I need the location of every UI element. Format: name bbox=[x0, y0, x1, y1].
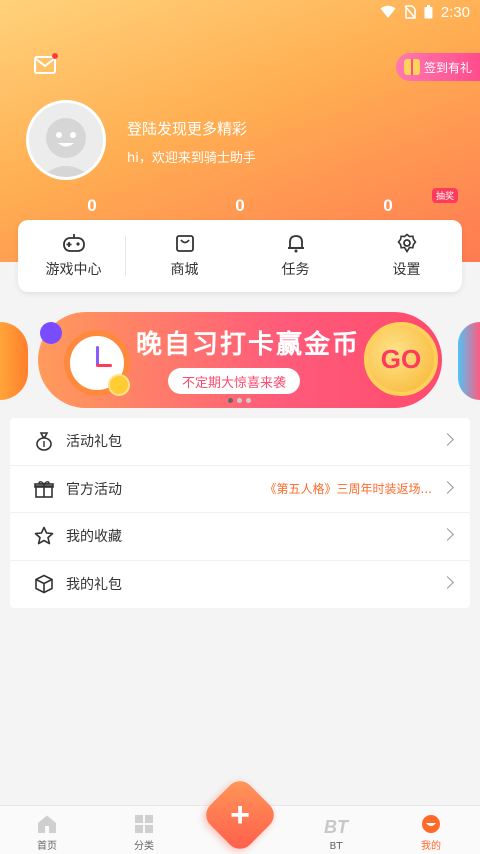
profile-icon bbox=[422, 815, 440, 833]
grid-icon bbox=[135, 815, 153, 833]
message-button[interactable] bbox=[34, 53, 58, 74]
stat-count-3[interactable]: 0 bbox=[368, 196, 408, 216]
carousel-dot[interactable] bbox=[246, 398, 251, 403]
nav-label: 任务 bbox=[281, 262, 310, 278]
tab-home[interactable]: 首页 bbox=[17, 806, 77, 854]
menu-item-my-favorites[interactable]: 我的收藏 bbox=[10, 513, 470, 561]
menu-item-my-gifts[interactable]: 我的礼包 bbox=[10, 561, 470, 609]
welcome-subtitle: hi，欢迎来到骑士助手 bbox=[127, 151, 256, 166]
nav-label: 游戏中心 bbox=[45, 262, 102, 278]
nav-settings[interactable]: 设置 bbox=[351, 220, 462, 292]
nav-divider bbox=[125, 236, 126, 276]
lottery-badge[interactable]: 抽奖 bbox=[432, 188, 459, 203]
chevron-right-icon bbox=[441, 480, 454, 494]
tab-label: 首页 bbox=[37, 841, 57, 852]
bell-icon bbox=[287, 235, 304, 253]
menu-item-label: 我的收藏 bbox=[66, 529, 122, 546]
status-bar: 2:30 bbox=[0, 0, 480, 24]
quick-nav-card: 游戏中心 商城 任务 设置 bbox=[18, 220, 462, 292]
nav-label: 设置 bbox=[392, 262, 421, 278]
battery-icon bbox=[424, 5, 433, 19]
no-sim-icon bbox=[404, 5, 416, 19]
promo-banner[interactable]: 晚自习打卡赢金币 不定期大惊喜来袭 GO bbox=[38, 312, 442, 408]
banner-go-button[interactable]: GO bbox=[364, 322, 438, 396]
tab-mine[interactable]: 我的 bbox=[401, 806, 461, 854]
menu-item-label: 我的礼包 bbox=[66, 577, 122, 594]
gift-icon bbox=[34, 479, 54, 499]
bt-icon: BT bbox=[324, 817, 348, 837]
money-bag-icon bbox=[34, 431, 54, 452]
nav-shop[interactable]: 商城 bbox=[129, 220, 240, 292]
gear-icon bbox=[396, 233, 417, 253]
plus-icon: + bbox=[230, 795, 250, 834]
banner-title: 晚自习打卡赢金币 bbox=[136, 330, 361, 360]
chevron-right-icon bbox=[441, 575, 454, 589]
tab-category[interactable]: 分类 bbox=[114, 806, 174, 854]
home-icon bbox=[38, 815, 56, 833]
status-time: 2:30 bbox=[440, 3, 470, 21]
carousel-indicator bbox=[228, 398, 251, 403]
menu-item-label: 官方活动 bbox=[66, 481, 122, 498]
star-icon bbox=[34, 526, 54, 546]
nav-tasks[interactable]: 任务 bbox=[240, 220, 351, 292]
nav-label: 商城 bbox=[170, 262, 199, 278]
tab-label: 我的 bbox=[421, 841, 441, 852]
login-prompt-title[interactable]: 登陆发现更多精彩 bbox=[127, 118, 247, 139]
unread-dot bbox=[52, 53, 58, 59]
tab-label: 分类 bbox=[134, 841, 154, 852]
menu-item-official-events[interactable]: 官方活动 《第五人格》三周年时装返场... bbox=[10, 466, 470, 513]
menu-item-activity-gifts[interactable]: 活动礼包 bbox=[10, 418, 470, 466]
wifi-icon bbox=[380, 5, 396, 18]
checkin-label: 签到有礼 bbox=[423, 60, 472, 75]
stat-count-2[interactable]: 0 bbox=[220, 196, 260, 216]
banner-prev-peek[interactable] bbox=[0, 322, 28, 400]
box-icon bbox=[34, 574, 54, 594]
banner-subtitle-pill: 不定期大惊喜来袭 bbox=[168, 368, 301, 394]
chevron-right-icon bbox=[441, 433, 454, 446]
carousel-dot[interactable] bbox=[237, 398, 242, 403]
banner-next-peek[interactable] bbox=[458, 322, 480, 400]
menu-item-label: 活动礼包 bbox=[66, 434, 122, 451]
menu-list: 活动礼包 官方活动 《第五人格》三周年时装返场... 我的收藏 我的礼包 bbox=[10, 418, 470, 608]
shopping-bag-icon bbox=[175, 235, 194, 252]
gamepad-icon bbox=[62, 234, 85, 252]
official-event-headline: 《第五人格》三周年时装返场... bbox=[264, 482, 432, 497]
decorative-bubble bbox=[40, 322, 62, 344]
tab-bt[interactable]: BT BT bbox=[306, 806, 366, 854]
carousel-dot[interactable] bbox=[228, 398, 233, 403]
gift-icon bbox=[403, 59, 420, 75]
stat-count-1[interactable]: 0 bbox=[72, 196, 112, 216]
tab-label: BT bbox=[329, 841, 343, 852]
avatar[interactable] bbox=[26, 100, 106, 180]
default-avatar-icon bbox=[29, 103, 103, 177]
stats-row: 0 0 0 bbox=[0, 196, 480, 218]
checkin-reward-button[interactable]: 签到有礼 bbox=[395, 53, 480, 81]
chevron-right-icon bbox=[441, 528, 454, 541]
nav-game-center[interactable]: 游戏中心 bbox=[18, 220, 129, 292]
coin-illustration bbox=[108, 374, 130, 396]
